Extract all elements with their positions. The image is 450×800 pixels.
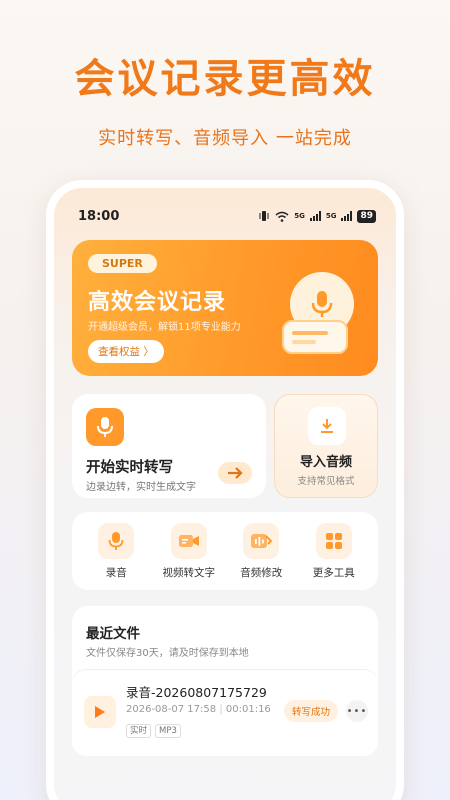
realtime-title: 开始实时转写: [86, 460, 173, 476]
tool-label: 音频修改: [240, 566, 283, 579]
status-icons: 5G 5G 89: [258, 209, 376, 223]
signal-icon-2: [341, 211, 353, 221]
import-audio-card[interactable]: 导入音频 支持常见格式: [274, 394, 378, 498]
file-tag: MP3: [155, 724, 181, 738]
battery-icon: 89: [357, 209, 376, 223]
download-icon: [308, 407, 346, 445]
mic-icon: [98, 522, 135, 559]
tool-label: 视频转文字: [162, 566, 216, 579]
signal-label-1: 5G: [294, 212, 305, 220]
phone-frame: 18:00 5G 5G 89 SUPER 高效会议记录 开通超级会员，解锁11项…: [46, 180, 404, 800]
banner-desc: 开通超级会员，解锁11项专业能力: [88, 322, 241, 333]
status-time: 18:00: [78, 208, 120, 224]
banner-card-decoration: [282, 320, 348, 354]
banner-title: 高效会议记录: [88, 290, 227, 315]
grid-icon: [315, 522, 352, 559]
tool-label: 录音: [105, 566, 127, 579]
video-icon: [170, 522, 207, 559]
tool-more[interactable]: 更多工具: [301, 522, 367, 580]
tool-label: 更多工具: [312, 566, 355, 579]
file-tag: 实时: [126, 724, 152, 738]
file-tags: 实时 MP3: [126, 724, 181, 738]
file-name: 录音-20260807175729: [126, 685, 267, 700]
list-item[interactable]: 录音-20260807175729 2026-08-07 17:58 | 00:…: [72, 670, 378, 756]
vibrate-icon: [259, 211, 269, 221]
status-bar: 18:00 5G 5G 89: [78, 206, 376, 226]
arrow-right-icon[interactable]: [218, 462, 252, 484]
super-banner[interactable]: SUPER 高效会议记录 开通超级会员，解锁11项专业能力 查看权益 〉: [72, 240, 378, 376]
play-icon[interactable]: [84, 696, 116, 728]
status-badge: 转写成功: [283, 700, 338, 722]
realtime-desc: 边录边转，实时生成文字: [86, 482, 196, 493]
tool-audio-edit[interactable]: 音频修改: [228, 522, 294, 580]
recent-desc: 文件仅保存30天，请及时保存到本地: [86, 648, 249, 659]
promo-headline: 会议记录更高效: [74, 56, 376, 102]
recent-files-panel: 最近文件 文件仅保存30天，请及时保存到本地 录音-20260807175729…: [72, 606, 378, 756]
file-duration: 00:01:16: [225, 704, 271, 715]
tool-video-to-text[interactable]: 视频转文字: [156, 522, 222, 580]
realtime-transcribe-card[interactable]: 开始实时转写 边录边转，实时生成文字: [72, 394, 266, 498]
signal-icon: [309, 211, 321, 221]
file-meta: 2026-08-07 17:58 | 00:01:16: [126, 704, 271, 715]
wifi-icon: [275, 211, 289, 222]
more-icon[interactable]: •••: [346, 700, 368, 722]
import-audio-desc: 支持常见格式: [297, 476, 355, 487]
super-tag: SUPER: [88, 254, 157, 273]
mic-icon: [86, 408, 124, 446]
file-datetime: 2026-08-07 17:58: [126, 704, 217, 715]
signal-label-2: 5G: [325, 212, 337, 220]
audio-edit-icon: [243, 522, 280, 559]
view-benefits-button[interactable]: 查看权益 〉: [88, 340, 164, 363]
app-screen: 18:00 5G 5G 89 SUPER 高效会议记录 开通超级会员，解锁11项…: [54, 188, 396, 800]
import-audio-title: 导入音频: [299, 455, 352, 470]
recent-title: 最近文件: [86, 626, 140, 642]
promo-subline: 实时转写、音频导入 一站完成: [98, 128, 352, 149]
tool-record[interactable]: 录音: [83, 522, 149, 580]
tools-panel: 录音 视频转文字 音频修改 更多工具: [72, 512, 378, 590]
